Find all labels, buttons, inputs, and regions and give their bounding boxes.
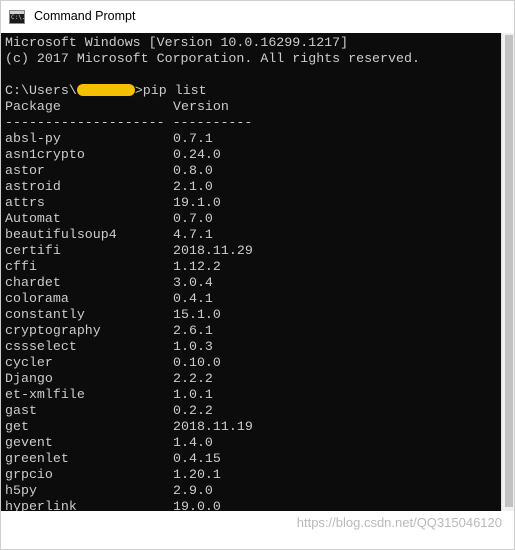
package-version: 1.4.0 — [173, 435, 213, 450]
command-text: >pip list — [134, 83, 207, 98]
package-version: 1.20.1 — [173, 467, 221, 482]
package-column-header: Package — [5, 99, 61, 114]
package-name: Automat — [5, 211, 61, 226]
package-version: 2.2.2 — [173, 371, 213, 386]
watermark-text: https://blog.csdn.net/QQ315046120 — [296, 515, 502, 530]
window-title: Command Prompt — [34, 9, 136, 23]
package-version: 2018.11.29 — [173, 243, 253, 258]
command-prompt-window: C:\. Command Prompt Microsoft Windows [V… — [0, 0, 515, 550]
package-version: 2.6.1 — [173, 323, 213, 338]
package-version: 0.7.1 — [173, 131, 213, 146]
package-version: 19.1.0 — [173, 195, 221, 210]
package-name: attrs — [5, 195, 45, 210]
package-name: cssselect — [5, 339, 77, 354]
package-version: 3.0.4 — [173, 275, 213, 290]
package-version: 0.2.2 — [173, 403, 213, 418]
console-output[interactable]: Microsoft Windows [Version 10.0.16299.12… — [1, 33, 501, 511]
package-name: certifi — [5, 243, 61, 258]
package-version: 0.4.15 — [173, 451, 221, 466]
package-name: constantly — [5, 307, 85, 322]
redacted-username — [76, 84, 135, 97]
package-name: et-xmlfile — [5, 387, 85, 402]
package-name: get — [5, 419, 29, 434]
command-prompt-icon: C:\. — [9, 10, 25, 24]
package-version: 0.4.1 — [173, 291, 213, 306]
package-name: astroid — [5, 179, 61, 194]
package-name: cryptography — [5, 323, 101, 338]
package-name: chardet — [5, 275, 61, 290]
package-version: 1.0.1 — [173, 387, 213, 402]
package-version: 2018.11.19 — [173, 419, 253, 434]
title-bar[interactable]: C:\. Command Prompt — [1, 1, 514, 33]
package-name: beautifulsoup4 — [5, 227, 117, 242]
header-separator: -------------------- ---------- — [5, 115, 253, 130]
package-name: cffi — [5, 259, 37, 274]
package-name: astor — [5, 163, 45, 178]
package-name: gevent — [5, 435, 53, 450]
package-version: 2.9.0 — [173, 483, 213, 498]
package-name: greenlet — [5, 451, 69, 466]
package-name: hyperlink — [5, 499, 77, 511]
package-version: 2.1.0 — [173, 179, 213, 194]
package-version: 0.8.0 — [173, 163, 213, 178]
package-version: 1.0.3 — [173, 339, 213, 354]
scrollbar-thumb[interactable] — [505, 35, 513, 507]
prompt-path: C:\Users\ — [5, 83, 77, 98]
vertical-scrollbar[interactable] — [501, 33, 514, 511]
package-version: 0.7.0 — [173, 211, 213, 226]
package-name: absl-py — [5, 131, 61, 146]
package-name: colorama — [5, 291, 69, 306]
package-version: 1.12.2 — [173, 259, 221, 274]
package-name: asn1crypto — [5, 147, 85, 162]
package-version: 0.10.0 — [173, 355, 221, 370]
package-version: 15.1.0 — [173, 307, 221, 322]
package-name: h5py — [5, 483, 37, 498]
console-header-line: (c) 2017 Microsoft Corporation. All righ… — [5, 51, 420, 66]
console-header-line: Microsoft Windows [Version 10.0.16299.12… — [5, 35, 349, 50]
command-line: C:\Users\ >pip list — [5, 83, 207, 99]
icon-label: C:\. — [11, 14, 26, 21]
package-name: cycler — [5, 355, 53, 370]
package-version: 4.7.1 — [173, 227, 213, 242]
version-column-header: Version — [173, 99, 229, 114]
package-version: 0.24.0 — [173, 147, 221, 162]
package-version: 19.0.0 — [173, 499, 221, 511]
package-name: gast — [5, 403, 37, 418]
package-name: Django — [5, 371, 53, 386]
package-name: grpcio — [5, 467, 53, 482]
